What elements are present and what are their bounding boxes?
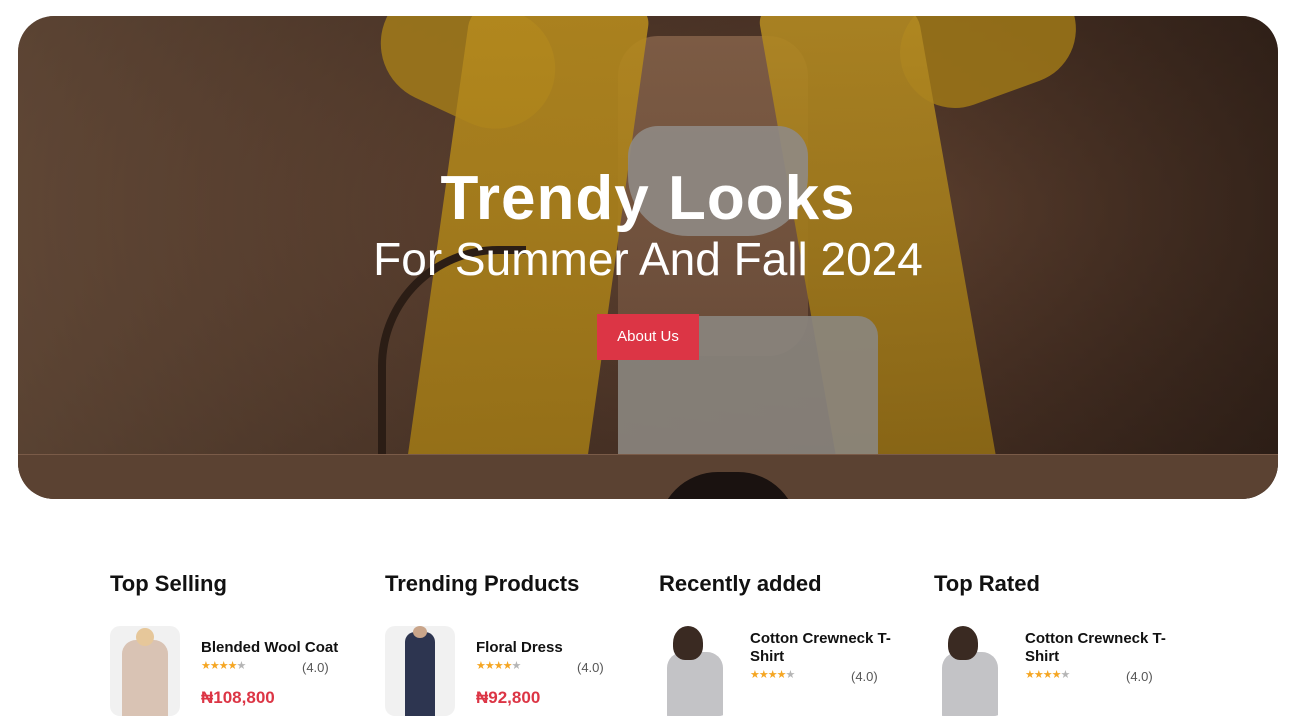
product-card[interactable]: Floral Dress ★★★★★ (4.0) ₦92,800 xyxy=(385,626,645,716)
section-recently-added: Recently added Cotton Crewneck T-Shirt ★… xyxy=(659,570,919,716)
rating-stars-icon: ★★★★★ xyxy=(201,660,246,672)
rating-value: (4.0) xyxy=(302,660,329,675)
product-card[interactable]: Cotton Crewneck T-Shirt ★★★★★ (4.0) xyxy=(659,626,919,716)
section-top-selling: Top Selling Blended Wool Coat ★★★★★ (4.0… xyxy=(110,570,370,716)
rating-value: (4.0) xyxy=(1126,669,1153,684)
hero-text: Trendy Looks For Summer And Fall 2024 Ab… xyxy=(18,166,1278,360)
rating-value: (4.0) xyxy=(851,669,878,684)
section-title: Top Selling xyxy=(110,571,227,596)
product-name[interactable]: Floral Dress xyxy=(476,639,626,657)
product-name[interactable]: Cotton Crewneck T-Shirt xyxy=(750,630,900,666)
tshirt-thumbnail[interactable] xyxy=(659,626,729,716)
section-title: Top Rated xyxy=(934,571,1040,596)
product-card[interactable]: Blended Wool Coat ★★★★★ (4.0) ₦108,800 xyxy=(110,626,370,716)
about-us-button[interactable]: About Us xyxy=(597,314,699,360)
hero-banner: Trendy Looks For Summer And Fall 2024 Ab… xyxy=(18,16,1278,499)
section-top-rated: Top Rated Cotton Crewneck T-Shirt ★★★★★ … xyxy=(934,570,1194,716)
product-name[interactable]: Blended Wool Coat xyxy=(201,639,351,657)
product-sections: Top Selling Blended Wool Coat ★★★★★ (4.0… xyxy=(110,570,1210,716)
hero-next-slide-strip xyxy=(18,454,1278,499)
dress-thumbnail[interactable] xyxy=(385,626,455,716)
rating-stars-icon: ★★★★★ xyxy=(1025,669,1070,681)
rating-value: (4.0) xyxy=(577,660,604,675)
tshirt-thumbnail[interactable] xyxy=(934,626,1004,716)
section-title: Recently added xyxy=(659,571,822,596)
product-price: ₦108,800 xyxy=(201,688,275,707)
product-card[interactable]: Cotton Crewneck T-Shirt ★★★★★ (4.0) xyxy=(934,626,1194,716)
coat-thumbnail[interactable] xyxy=(110,626,180,716)
section-title: Trending Products xyxy=(385,571,580,596)
hero-subtitle: For Summer And Fall 2024 xyxy=(373,233,923,285)
rating-stars-icon: ★★★★★ xyxy=(750,669,795,681)
product-name[interactable]: Cotton Crewneck T-Shirt xyxy=(1025,630,1175,666)
rating-stars-icon: ★★★★★ xyxy=(476,660,521,672)
section-trending-products: Trending Products Floral Dress ★★★★★ (4.… xyxy=(385,570,645,716)
product-price: ₦92,800 xyxy=(476,688,541,707)
hero-title: Trendy Looks xyxy=(440,164,856,233)
